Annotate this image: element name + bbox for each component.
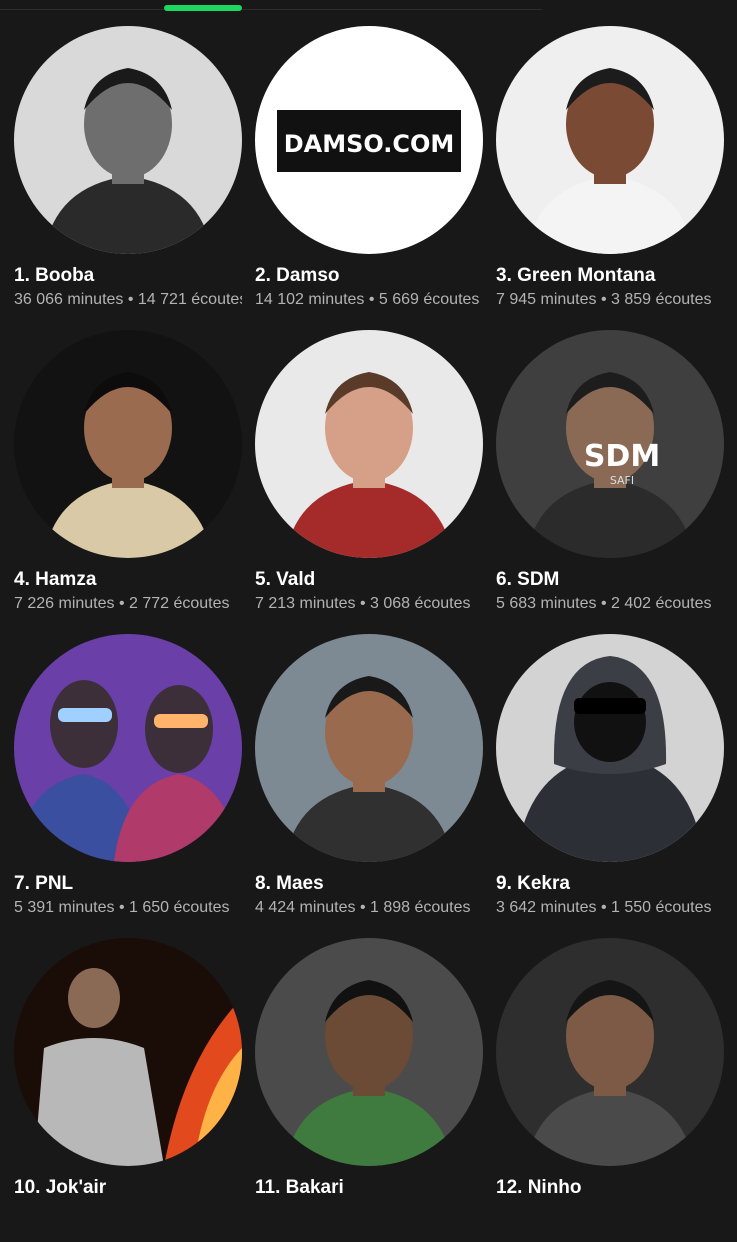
artist-rank: 11.: [255, 1177, 281, 1198]
album-cover-icon[interactable]: SDM SAFI: [496, 330, 724, 558]
artist-rank: 1.: [14, 265, 30, 286]
artist-card[interactable]: 1. Booba 36 066 minutes • 14 721 écoutes: [14, 26, 254, 330]
artist-stats: 4 424 minutes • 1 898 écoutes: [255, 899, 471, 916]
artist-name-label: Damso: [276, 265, 340, 286]
face-portrait-icon[interactable]: [255, 938, 483, 1166]
face-portrait-icon[interactable]: [255, 330, 483, 558]
artist-name-label: Hamza: [35, 569, 97, 590]
artist-rank: 10.: [14, 1177, 41, 1198]
artist-card[interactable]: SDM SAFI 6. SDM 5 683 minutes • 2 402 écout…: [496, 330, 736, 634]
face-portrait-icon[interactable]: [14, 26, 242, 254]
face-portrait-icon[interactable]: [14, 330, 242, 558]
artist-rank: 3.: [496, 265, 512, 286]
artist-card[interactable]: 3. Green Montana 7 945 minutes • 3 859 éc…: [496, 26, 736, 330]
artist-name[interactable]: 1. Booba: [14, 264, 94, 288]
tab-track: [0, 9, 542, 10]
artist-stats: 14 102 minutes • 5 669 écoutes: [255, 291, 480, 308]
artist-card[interactable]: 11. Bakari: [255, 938, 495, 1242]
artist-name-label: Kekra: [517, 873, 570, 894]
artist-name-label: Vald: [276, 569, 316, 590]
artist-name[interactable]: 8. Maes: [255, 872, 324, 896]
artist-name-label: Green Montana: [517, 265, 656, 286]
svg-text:DAMSO.COM: DAMSO.COM: [284, 130, 455, 158]
artist-rank: 5.: [255, 569, 271, 590]
artist-name[interactable]: 6. SDM: [496, 568, 559, 592]
artist-stats: 36 066 minutes • 14 721 écoutes: [14, 291, 242, 308]
artist-rank: 4.: [14, 569, 30, 590]
artist-name[interactable]: 10. Jok'air: [14, 1176, 106, 1200]
artist-stats: 3 642 minutes • 1 550 écoutes: [496, 899, 712, 916]
artist-name-label: SDM: [517, 569, 560, 590]
artist-stats: 7 945 minutes • 3 859 écoutes: [496, 291, 712, 308]
artist-name-label: Maes: [276, 873, 324, 894]
artist-card[interactable]: 7. PNL 5 391 minutes • 1 650 écoutes: [14, 634, 254, 938]
face-portrait-icon[interactable]: [496, 26, 724, 254]
artist-card[interactable]: 8. Maes 4 424 minutes • 1 898 écoutes: [255, 634, 495, 938]
artist-name[interactable]: 11. Bakari: [255, 1176, 344, 1200]
artist-card[interactable]: DAMSO.COM 2. Damso 14 102 minutes • 5 669 …: [255, 26, 495, 330]
artist-name[interactable]: 12. Ninho: [496, 1176, 582, 1200]
artist-rank: 6.: [496, 569, 512, 590]
artist-name[interactable]: 5. Vald: [255, 568, 315, 592]
artist-rank: 7.: [14, 873, 30, 894]
artist-stats: 5 683 minutes • 2 402 écoutes: [496, 595, 712, 612]
face-portrait-icon[interactable]: [496, 938, 724, 1166]
artist-card[interactable]: 12. Ninho: [496, 938, 736, 1242]
artist-rank: 8.: [255, 873, 271, 894]
hooded-figure-icon[interactable]: [496, 634, 724, 862]
artist-name-label: PNL: [35, 873, 74, 894]
artist-stats: 7 226 minutes • 2 772 écoutes: [14, 595, 230, 612]
artist-card[interactable]: 4. Hamza 7 226 minutes • 2 772 écoutes: [14, 330, 254, 634]
artist-name[interactable]: 9. Kekra: [496, 872, 570, 896]
top-scroll-bar: [0, 0, 737, 14]
artist-name-label: Booba: [35, 265, 95, 286]
stage-performer-icon[interactable]: [14, 938, 242, 1166]
artist-rank: 2.: [255, 265, 271, 286]
artist-stats: 5 391 minutes • 1 650 écoutes: [14, 899, 230, 916]
artist-rank: 12.: [496, 1177, 523, 1198]
artist-rank: 9.: [496, 873, 512, 894]
artist-name[interactable]: 7. PNL: [14, 872, 73, 896]
artist-card[interactable]: 10. Jok'air: [14, 938, 254, 1242]
artist-card[interactable]: 9. Kekra 3 642 minutes • 1 550 écoutes: [496, 634, 736, 938]
damso-logo-icon[interactable]: DAMSO.COM: [255, 26, 483, 254]
duo-portrait-icon[interactable]: [14, 634, 242, 862]
svg-text:SDM: SDM: [584, 439, 660, 474]
svg-text:SAFI: SAFI: [610, 474, 634, 487]
artist-name[interactable]: 2. Damso: [255, 264, 340, 288]
artist-name[interactable]: 4. Hamza: [14, 568, 96, 592]
active-tab-indicator: [164, 5, 242, 11]
artist-name-label: Jok'air: [45, 1177, 107, 1198]
artist-name[interactable]: 3. Green Montana: [496, 264, 655, 288]
top-artists-grid: 1. Booba 36 066 minutes • 14 721 écoutes D…: [14, 26, 737, 1242]
artist-name-label: Ninho: [527, 1177, 582, 1198]
artist-card[interactable]: 5. Vald 7 213 minutes • 3 068 écoutes: [255, 330, 495, 634]
artist-name-label: Bakari: [285, 1177, 344, 1198]
artist-stats: 7 213 minutes • 3 068 écoutes: [255, 595, 471, 612]
face-portrait-icon[interactable]: [255, 634, 483, 862]
